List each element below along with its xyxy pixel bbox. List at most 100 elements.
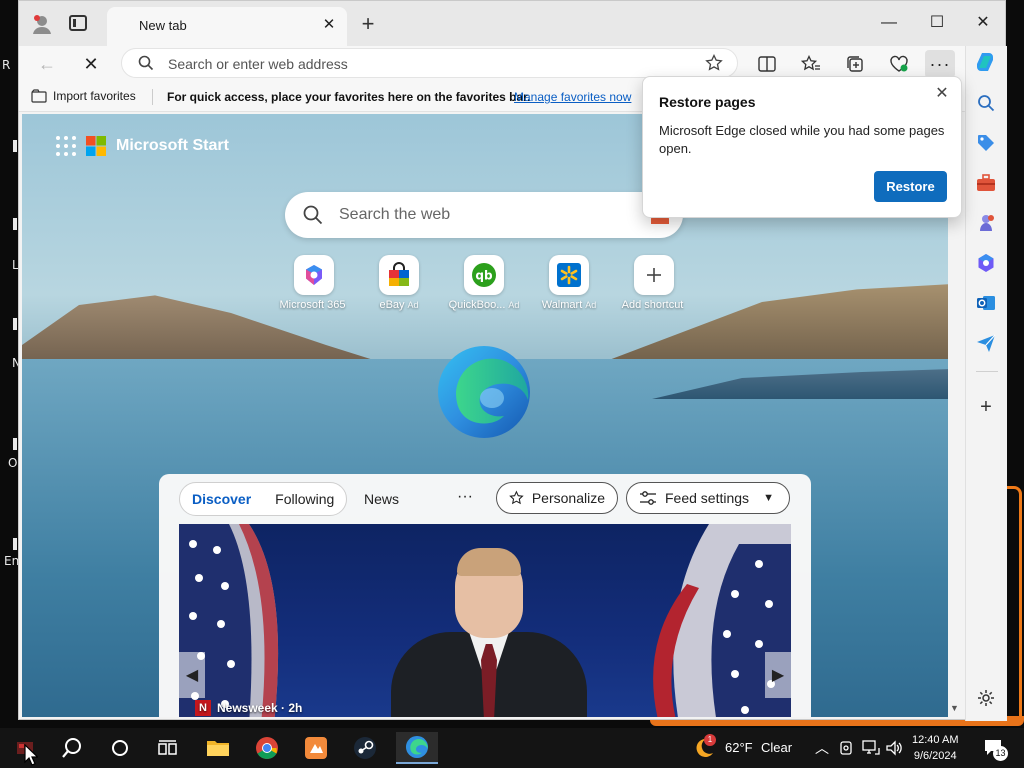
windows-taskbar: 1 62°F Clear ︿ 12:40 AM 9/6/2024 13 (0, 728, 1024, 768)
tools-briefcase-icon[interactable] (975, 172, 997, 194)
new-tab-button[interactable]: + (355, 11, 381, 37)
favorite-star-icon[interactable] (705, 53, 723, 77)
ebay-icon (379, 255, 419, 295)
tab-news[interactable]: News (364, 491, 399, 507)
file-explorer-button[interactable] (201, 732, 235, 764)
shortcut-label: Walmart Ad (541, 299, 597, 311)
split-screen-icon[interactable] (752, 50, 782, 78)
desktop-icon-fragment (13, 538, 17, 550)
taskbar-search-button[interactable] (55, 732, 89, 764)
close-window-button[interactable]: ✕ (963, 9, 1003, 37)
svg-text:qb: qb (475, 269, 493, 283)
tab-actions-icon[interactable] (69, 15, 87, 31)
notification-count-badge: 13 (993, 746, 1008, 761)
feed-settings-label: Feed settings (665, 490, 750, 506)
shortcut-walmart[interactable]: Walmart Ad (524, 255, 614, 311)
address-bar[interactable] (121, 48, 738, 78)
network-icon[interactable] (862, 740, 880, 761)
weather-condition[interactable]: Clear (761, 740, 792, 755)
quickbooks-icon: qb (464, 255, 504, 295)
chevron-up-icon[interactable]: ︿ (815, 738, 829, 758)
manage-favorites-link[interactable]: Manage favorites now (514, 90, 631, 104)
desktop-icon-fragment (13, 318, 17, 330)
address-input[interactable] (168, 53, 688, 75)
tab-new-tab[interactable]: New tab ✕ (107, 7, 347, 46)
clock-date: 9/6/2024 (913, 750, 957, 762)
close-tab-icon[interactable]: ✕ (319, 15, 339, 35)
search-icon (62, 738, 81, 758)
weather-temperature[interactable]: 62°F (725, 740, 753, 755)
add-shortcut-button[interactable]: Add shortcut (609, 255, 699, 311)
close-dialog-icon[interactable]: ✕ (931, 83, 953, 105)
outlook-icon[interactable] (975, 292, 997, 314)
sliders-icon (640, 491, 656, 505)
import-favorites-button[interactable]: Import favorites (31, 89, 136, 103)
clock-time: 12:40 AM (912, 734, 959, 746)
volume-icon[interactable] (886, 740, 904, 761)
personalize-button[interactable]: Personalize (496, 482, 618, 514)
desktop-icon-label: R (2, 58, 11, 72)
search-icon (303, 205, 323, 230)
shopping-tag-icon[interactable] (975, 132, 997, 154)
minimize-button[interactable]: — (869, 9, 909, 37)
desktop-icon-fragment (13, 140, 17, 152)
tab-discover[interactable]: Discover (180, 491, 263, 507)
microsoft-365-sidebar-icon[interactable] (975, 252, 997, 274)
copilot-icon[interactable] (975, 51, 997, 73)
cortana-button[interactable] (103, 732, 137, 764)
steam-button[interactable] (348, 732, 382, 764)
web-search-input[interactable] (339, 204, 659, 226)
stop-loading-button[interactable]: ✕ (77, 50, 105, 78)
folder-icon (207, 741, 229, 756)
restore-button[interactable]: Restore (874, 171, 947, 202)
news-hero-card[interactable]: ◀ ▶ N Newsweek · 2h (179, 524, 791, 717)
shortcut-label: QuickBoo... Ad (448, 299, 520, 311)
web-search-box[interactable] (285, 192, 683, 238)
more-icon: ··· (929, 53, 951, 74)
send-paper-plane-icon[interactable] (975, 332, 997, 354)
games-icon[interactable] (975, 212, 997, 234)
weather-widget[interactable]: 1 (692, 734, 716, 760)
scroll-down-arrow-icon[interactable]: ▼ (948, 703, 961, 713)
shortcut-microsoft-365[interactable]: Microsoft 365 (269, 255, 359, 311)
media-app-icon (305, 737, 327, 759)
profile-icon[interactable] (31, 13, 53, 35)
task-view-button[interactable] (151, 732, 185, 764)
mouse-cursor-icon (24, 744, 38, 766)
previous-story-button[interactable]: ◀ (179, 652, 205, 698)
desktop-icon-fragment (13, 438, 17, 450)
cortana-circle-icon (112, 740, 128, 756)
search-icon (138, 55, 154, 76)
tab-following[interactable]: Following (263, 491, 346, 507)
microsoft-365-icon (294, 255, 334, 295)
feed-settings-button[interactable]: Feed settings ▼ (626, 482, 790, 514)
desktop-icon-label: O (8, 456, 18, 470)
weather-alert-badge: 1 (704, 734, 716, 746)
add-sidebar-app-icon[interactable]: + (975, 396, 997, 418)
collections-icon[interactable] (840, 50, 870, 78)
system-clock[interactable]: 12:40 AM 9/6/2024 (912, 732, 958, 764)
settings-more-button[interactable]: ··· (925, 50, 955, 78)
next-story-button[interactable]: ▶ (765, 652, 791, 698)
maximize-button[interactable]: ☐ (917, 9, 957, 37)
meet-now-icon[interactable] (838, 740, 854, 761)
dialog-title: Restore pages (659, 94, 756, 110)
browser-essentials-icon[interactable] (884, 50, 914, 78)
more-feed-tabs-icon[interactable]: ··· (457, 488, 473, 506)
search-icon[interactable] (975, 92, 997, 114)
app-launcher-icon[interactable] (56, 136, 76, 156)
back-button[interactable]: ← (33, 50, 61, 78)
microsoft-logo-icon (86, 136, 106, 156)
favorites-bar-message: For quick access, place your favorites h… (167, 90, 531, 104)
chrome-icon (256, 737, 278, 759)
favorites-icon[interactable] (796, 50, 826, 78)
chevron-left-icon: ◀ (185, 667, 199, 684)
media-app-button[interactable] (299, 732, 333, 764)
shortcut-ebay[interactable]: eBay Ad (354, 255, 444, 311)
chrome-button[interactable] (250, 732, 284, 764)
feed-tab-group: Discover Following (179, 482, 348, 516)
edge-taskbar-button[interactable] (396, 732, 438, 764)
sidebar-settings-gear-icon[interactable] (975, 687, 997, 709)
edge-icon (405, 735, 429, 759)
shortcut-quickbooks[interactable]: qb QuickBoo... Ad (439, 255, 529, 311)
